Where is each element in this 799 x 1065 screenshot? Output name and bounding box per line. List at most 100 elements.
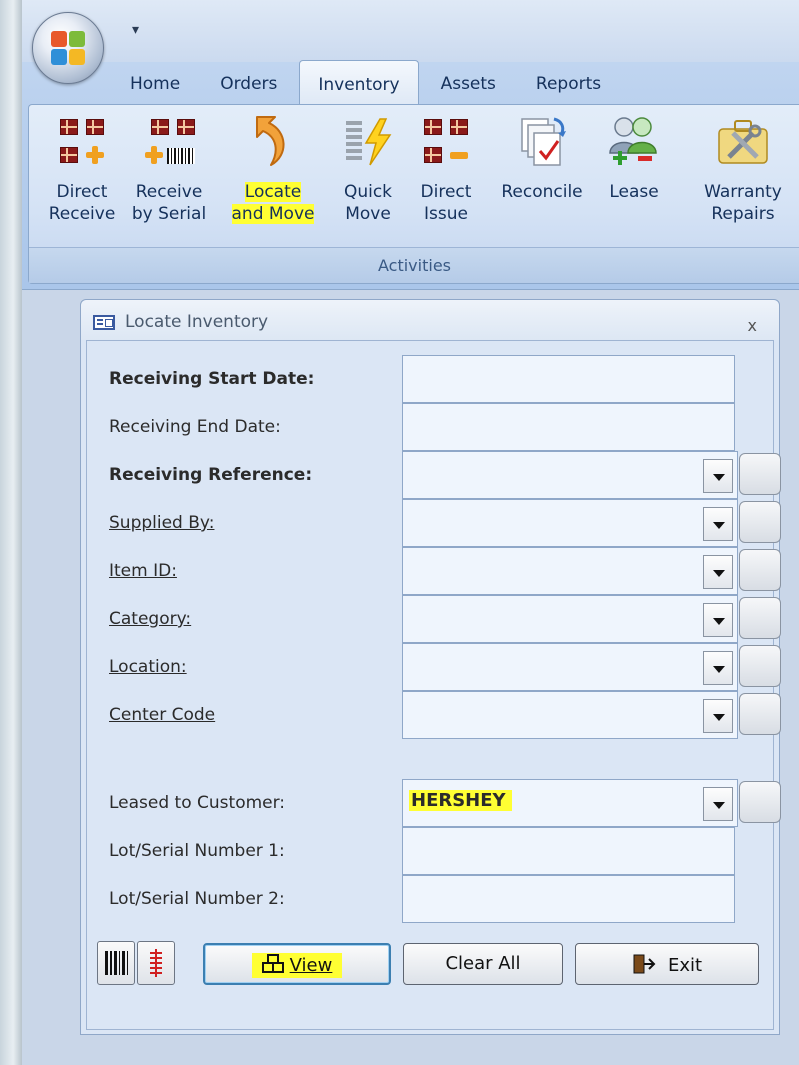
leased-to-customer-dropdown-button[interactable] <box>703 787 733 821</box>
category-dropdown-button[interactable] <box>703 603 733 637</box>
tab-assets[interactable]: Assets <box>423 60 514 104</box>
locate-and-move-label-2: and Move <box>231 204 315 224</box>
warranty-repairs-label-2: Repairs <box>711 204 775 224</box>
field-row-location: Location: <box>87 643 781 691</box>
receiving-reference-combo[interactable] <box>402 451 738 499</box>
dialog-button-bar: View Clear All Exit <box>97 941 767 987</box>
view-button-label: View <box>289 955 333 976</box>
dialog-body: Receiving Start Date: Receiving End Date… <box>86 340 781 1030</box>
dialog-title-bar[interactable]: Locate Inventory x <box>81 300 779 340</box>
category-combo[interactable] <box>402 595 738 643</box>
warranty-repairs-button[interactable]: Warranty Repairs <box>691 111 795 243</box>
quick-move-label-2: Move <box>345 204 391 224</box>
close-icon[interactable]: x <box>748 316 757 335</box>
receiving-end-date-input[interactable] <box>402 403 735 451</box>
lease-label-1: Lease <box>609 182 659 202</box>
field-row-item-id: Item ID: <box>87 547 781 595</box>
item-id-lookup-button[interactable] <box>739 549 781 591</box>
tab-orders[interactable]: Orders <box>202 60 295 104</box>
center-code-dropdown-button[interactable] <box>703 699 733 733</box>
view-button[interactable]: View <box>203 943 391 985</box>
direct-issue-button[interactable]: Direct Issue <box>411 111 481 243</box>
tab-home[interactable]: Home <box>112 60 198 104</box>
receive-by-serial-button[interactable]: Receive by Serial <box>121 111 217 243</box>
serial-scan-button[interactable] <box>137 941 175 985</box>
warranty-repairs-icon <box>713 111 773 171</box>
quick-move-button[interactable]: Quick Move <box>335 111 401 243</box>
quick-move-label-1: Quick <box>343 182 393 202</box>
item-id-combo[interactable] <box>402 547 738 595</box>
locate-and-move-label-1: Locate <box>244 182 302 202</box>
field-row-center-code: Center Code <box>87 691 781 739</box>
receiving-start-date-label: Receiving Start Date: <box>109 369 315 389</box>
serial-barcode-icon <box>150 949 162 977</box>
field-row-receiving-start-date: Receiving Start Date: <box>87 355 775 403</box>
ribbon-tabs: Home Orders Inventory Assets Reports <box>112 60 623 104</box>
tab-reports[interactable]: Reports <box>518 60 619 104</box>
item-id-label[interactable]: Item ID: <box>109 561 177 581</box>
receive-by-serial-label-1: Receive <box>135 182 203 202</box>
receiving-start-date-input[interactable] <box>402 355 735 403</box>
lot-serial-number-2-input[interactable] <box>402 875 735 923</box>
direct-receive-label-2: Receive <box>48 204 116 224</box>
category-lookup-button[interactable] <box>739 597 781 639</box>
location-combo[interactable] <box>402 643 738 691</box>
exit-button-label: Exit <box>667 955 703 976</box>
location-label[interactable]: Location: <box>109 657 187 677</box>
tab-inventory[interactable]: Inventory <box>299 60 419 104</box>
direct-receive-icon <box>52 111 112 171</box>
field-row-category: Category: <box>87 595 781 643</box>
exit-door-icon <box>633 954 656 974</box>
leased-to-customer-combo[interactable]: HERSHEY <box>402 779 738 827</box>
location-lookup-button[interactable] <box>739 645 781 687</box>
exit-button[interactable]: Exit <box>575 943 759 985</box>
center-code-label[interactable]: Center Code <box>109 705 215 725</box>
locate-inventory-dialog: Locate Inventory x Receiving Start Date:… <box>80 299 781 1035</box>
field-row-receiving-reference: Receiving Reference: <box>87 451 781 499</box>
locate-and-move-icon <box>243 111 303 171</box>
form-icon <box>93 315 115 330</box>
barcode-icon <box>105 951 128 975</box>
reconcile-button[interactable]: Reconcile <box>489 111 595 243</box>
direct-issue-label-2: Issue <box>424 204 468 224</box>
leased-to-customer-lookup-button[interactable] <box>739 781 781 823</box>
lease-button[interactable]: Lease <box>603 111 665 243</box>
field-row-supplied-by: Supplied By: <box>87 499 781 547</box>
item-id-dropdown-button[interactable] <box>703 555 733 589</box>
receive-by-serial-icon <box>139 111 199 171</box>
lot-serial-number-1-input[interactable] <box>402 827 735 875</box>
ribbon-group-activities: Direct Receive Receive by Serial Locate and… <box>28 104 799 284</box>
ribbon: ▾ Home Orders Inventory Assets Reports D… <box>22 0 799 290</box>
supplied-by-lookup-button[interactable] <box>739 501 781 543</box>
field-row-leased-to-customer: Leased to Customer: HERSHEY <box>87 779 781 827</box>
barcode-scan-button[interactable] <box>97 941 135 985</box>
receiving-reference-lookup-button[interactable] <box>739 453 781 495</box>
location-dropdown-button[interactable] <box>703 651 733 685</box>
direct-receive-button[interactable]: Direct Receive <box>47 111 117 243</box>
quick-access-dropdown-icon[interactable]: ▾ <box>132 22 139 38</box>
receive-by-serial-label-2: by Serial <box>131 204 207 224</box>
direct-issue-label-1: Direct <box>420 182 472 202</box>
field-row-lot-serial-2: Lot/Serial Number 2: <box>87 875 775 923</box>
ribbon-group-label: Activities <box>29 247 799 283</box>
lot-serial-number-1-label: Lot/Serial Number 1: <box>109 841 285 861</box>
supplied-by-label[interactable]: Supplied By: <box>109 513 214 533</box>
leased-to-customer-value: HERSHEY <box>409 790 512 811</box>
supplied-by-dropdown-button[interactable] <box>703 507 733 541</box>
direct-receive-label-1: Direct <box>56 182 108 202</box>
clear-all-button[interactable]: Clear All <box>403 943 563 985</box>
center-code-lookup-button[interactable] <box>739 693 781 735</box>
receiving-reference-dropdown-button[interactable] <box>703 459 733 493</box>
quick-move-icon <box>338 111 398 171</box>
field-row-lot-serial-1: Lot/Serial Number 1: <box>87 827 775 875</box>
clear-all-button-label: Clear All <box>445 953 521 974</box>
lot-serial-number-2-label: Lot/Serial Number 2: <box>109 889 285 909</box>
locate-and-move-button[interactable]: Locate and Move <box>221 111 325 243</box>
window-left-edge <box>0 0 22 1065</box>
category-label[interactable]: Category: <box>109 609 191 629</box>
center-code-combo[interactable] <box>402 691 738 739</box>
supplied-by-combo[interactable] <box>402 499 738 547</box>
view-icon <box>261 954 284 973</box>
receiving-end-date-label: Receiving End Date: <box>109 417 281 437</box>
office-button[interactable] <box>32 12 104 84</box>
